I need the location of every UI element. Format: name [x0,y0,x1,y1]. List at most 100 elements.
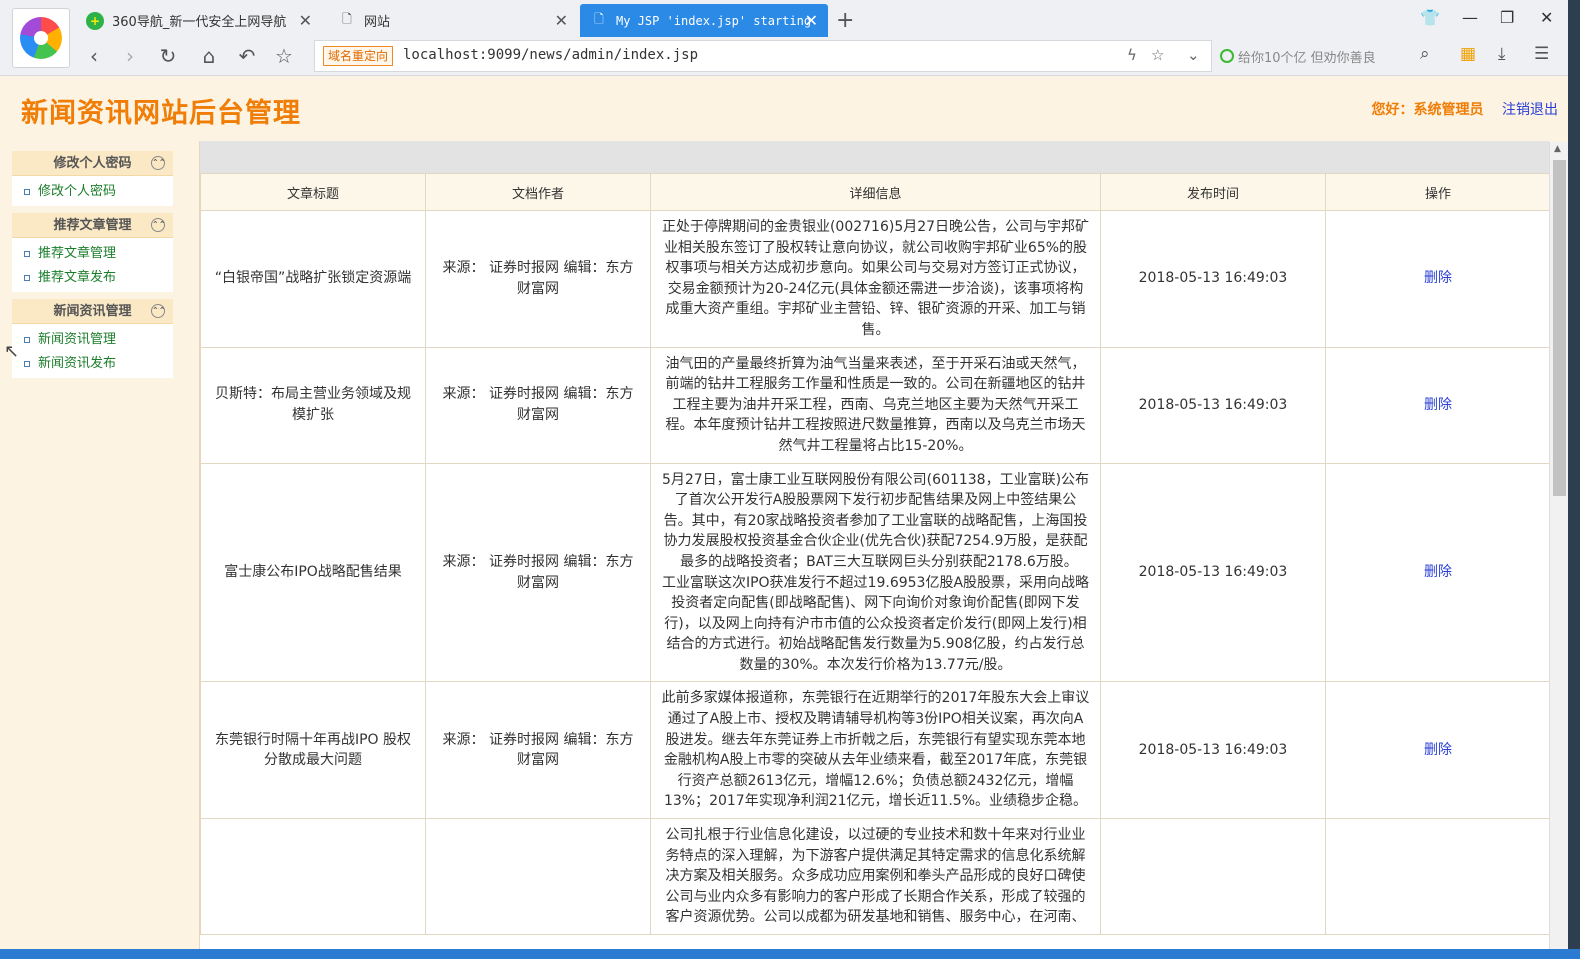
table-row: 富士康公布IPO战略配售结果 来源： 证券时报网 编辑：东方财富网 5月27日，… [200,462,1549,683]
bullet-icon [24,337,30,343]
lightning-icon[interactable]: ϟ [1127,46,1137,64]
redirect-badge[interactable]: 域名重定向 [323,46,394,66]
chevron-down-icon[interactable]: ⌄ [1187,46,1200,64]
publish-time: 2018-05-13 16:49:03 [1100,346,1326,464]
tab-360-nav[interactable]: + 360导航_新一代安全上网导航 ✕ [86,4,322,37]
sidebar-item-news-manage[interactable]: 新闻资讯管理 [24,328,173,352]
logout-link[interactable]: 注销退出 [1502,102,1558,118]
table-row: 公司扎根于行业信息化建设，以过硬的专业技术和数十年来对行业业务特点的深入理解，为… [200,818,1549,935]
table-row: “白银帝国”战略扩张锁定资源端 来源： 证券时报网 编辑：东方财富网 正处于停牌… [200,210,1549,348]
delete-link[interactable]: 删除 [1424,742,1452,758]
sidebar-item-recommend-publish[interactable]: 推荐文章发布 [24,266,173,290]
tab-active-jsp[interactable]: 🗋 My JSP 'index.jsp' starting ✕ [580,4,828,37]
column-header: 发布时间 [1100,173,1326,211]
sidebar-item-recommend-manage[interactable]: 推荐文章管理 [24,242,173,266]
360-browser-logo-icon [20,17,62,59]
star-icon[interactable]: ☆ [1151,46,1164,64]
user-area: 您好：系统管理员 注销退出 [1372,99,1558,119]
minimize-button[interactable]: — [1462,8,1478,27]
sidebar-item-label: 修改个人密码 [38,184,117,199]
tab-label: My JSP 'index.jsp' starting [616,13,812,28]
action-cell [1325,818,1549,935]
sidebar-item-label: 新闻资讯管理 [38,332,117,347]
skin-icon[interactable]: 👕 [1420,8,1440,27]
tab-label: 360导航_新一代安全上网导航 [112,15,287,30]
article-detail: 油气田的产量最终折算为油气当量来表述，至于开采石油或天然气，前端的钻井工程服务工… [650,346,1101,464]
sidebar-item-label: 新闻资讯发布 [38,356,117,371]
sidebar-group-title: 修改个人密码 [53,156,132,171]
article-title: 东莞银行时隔十年再战IPO 股权分散成最大问题 [200,681,426,820]
refresh-button[interactable]: ↻ [154,42,182,70]
user-greeting: 您好：系统管理员 [1371,102,1484,118]
article-author: 来源： 证券时报网 编辑：东方财富网 [425,346,651,464]
column-header: 文章标题 [200,173,426,211]
publish-time: 2018-05-13 16:49:03 [1100,681,1326,820]
collapse-icon[interactable]: ⌃⌃ [151,156,165,170]
restore-button[interactable]: ❐ [1500,8,1514,27]
url-text[interactable]: localhost:9099/news/admin/index.jsp [403,47,698,63]
table-row: 东莞银行时隔十年再战IPO 股权分散成最大问题 来源： 证券时报网 编辑：东方财… [200,681,1549,820]
sidebar-item-label: 推荐文章管理 [38,246,117,261]
browser-chrome: + 360导航_新一代安全上网导航 ✕ 🗋 网站 ✕ 🗋 My JSP 'ind… [0,0,1580,76]
mouse-cursor-icon: ↖ [4,341,20,362]
sidebar-group-header[interactable]: 新闻资讯管理 ⌃⌃ [12,299,173,324]
close-icon[interactable]: ✕ [555,11,568,30]
vertical-scrollbar[interactable]: ▲ [1549,142,1568,949]
article-title: 贝斯特：布局主营业务领域及规模扩张 [200,346,426,464]
desktop-edge [1568,0,1580,959]
undo-close-button[interactable]: ↶ [233,42,261,70]
article-author: 来源： 证券时报网 编辑：东方财富网 [425,681,651,820]
forward-button[interactable]: › [116,42,144,70]
collapse-icon[interactable]: ⌃⌃ [151,304,165,318]
apps-icon[interactable]: ▦ [1460,44,1476,64]
article-author [425,818,651,935]
article-title: 富士康公布IPO战略配售结果 [200,462,426,683]
page-icon: 🗋 [594,12,604,26]
action-cell: 删除 [1325,346,1549,464]
tab-website[interactable]: 🗋 网站 ✕ [338,4,578,37]
sidebar-item-change-password[interactable]: 修改个人密码 [24,180,173,204]
home-button[interactable]: ⌂ [195,42,223,70]
sidebar-group-header[interactable]: 修改个人密码 ⌃⌃ [12,151,173,176]
site-title: 新闻资讯网站后台管理 [21,98,301,129]
delete-link[interactable]: 删除 [1424,564,1452,580]
bullet-icon [24,361,30,367]
sidebar-group-header[interactable]: 推荐文章管理 ⌃⌃ [12,213,173,238]
action-cell: 删除 [1325,210,1549,348]
article-title [200,818,426,935]
publish-time [1100,818,1326,935]
scroll-up-icon[interactable]: ▲ [1554,144,1561,154]
sidebar-item-label: 推荐文章发布 [38,270,117,285]
column-header: 详细信息 [650,173,1101,211]
content-top-bar [200,141,1549,173]
news-table: 文章标题 文档作者 详细信息 发布时间 操作 “白银帝国”战略扩张锁定资源端 来… [200,173,1549,935]
taskbar-edge [0,949,1580,959]
publish-time: 2018-05-13 16:49:03 [1100,210,1326,348]
scrollbar-thumb[interactable] [1553,160,1566,496]
delete-link[interactable]: 删除 [1424,270,1452,286]
search-box[interactable]: 给你10个亿 但劝你善良 [1220,44,1376,68]
article-detail: 正处于停牌期间的金贵银业(002716)5月27日晚公告，公司与宇邦矿业相关股东… [650,210,1101,348]
page: 新闻资讯网站后台管理 您好：系统管理员 注销退出 修改个人密码 ⌃⌃ 修改个人密… [0,77,1580,949]
column-header: 操作 [1325,173,1549,211]
close-window-button[interactable]: ✕ [1540,8,1553,27]
sidebar-group-title: 新闻资讯管理 [53,304,132,319]
address-bar[interactable]: 域名重定向 localhost:9099/news/admin/index.js… [314,40,1212,72]
close-icon[interactable]: ✕ [299,11,312,30]
sidebar-item-news-publish[interactable]: 新闻资讯发布 [24,352,173,376]
delete-link[interactable]: 删除 [1424,397,1452,413]
back-button[interactable]: ‹ [80,42,108,70]
menu-icon[interactable]: ☰ [1534,44,1549,64]
browser-logo[interactable] [12,8,70,68]
search-engine-icon [1220,49,1234,63]
new-tab-button[interactable]: + [836,8,854,33]
download-icon[interactable]: ⤓ [1498,44,1506,64]
search-icon[interactable]: ⌕ [1420,44,1430,64]
close-icon[interactable]: ✕ [805,11,818,30]
360-icon: + [86,11,104,30]
sidebar-group-news: 新闻资讯管理 ⌃⌃ 新闻资讯管理 新闻资讯发布 [12,299,173,378]
article-detail: 此前多家媒体报道称，东莞银行在近期举行的2017年股东大会上审议通过了A股上市、… [650,681,1101,820]
collapse-icon[interactable]: ⌃⌃ [151,218,165,232]
bullet-icon [24,251,30,257]
favorite-button[interactable]: ☆ [270,42,298,70]
